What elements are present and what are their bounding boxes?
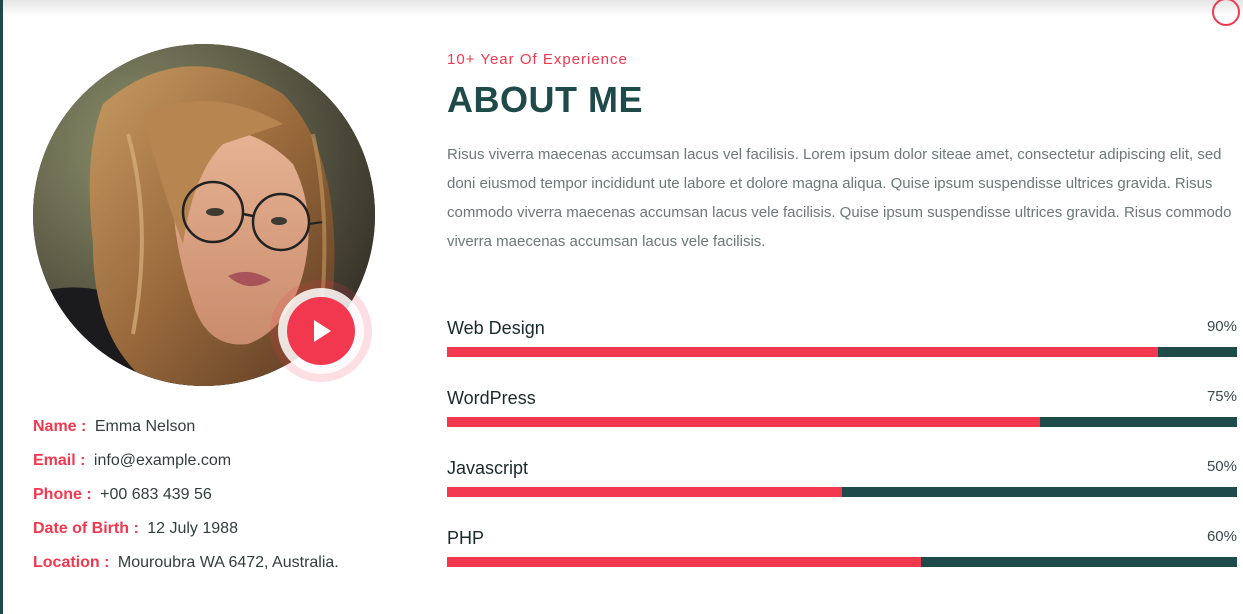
about-content: 10+ Year Of Experience ABOUT ME Risus vi… (447, 50, 1237, 256)
circle-outline-icon (1212, 0, 1240, 26)
top-shadow (3, 0, 1243, 16)
skill-progress-fill (447, 347, 1158, 357)
info-row-name: Name : Emma Nelson (33, 414, 413, 448)
play-icon (314, 320, 331, 342)
skill-percent: 90% (1206, 318, 1237, 335)
skill-progress-track (447, 557, 1237, 567)
skill-header: Javascript 50% (447, 456, 1237, 484)
skill-header: PHP 60% (447, 526, 1237, 554)
skills-list: Web Design 90% WordPress 75% Javascript … (447, 316, 1237, 596)
skill-progress-track (447, 347, 1237, 357)
about-description: Risus viverra maecenas accumsan lacus ve… (447, 146, 1232, 250)
skill-item: Web Design 90% (447, 316, 1237, 386)
info-row-email: Email : info@example.com (33, 448, 413, 482)
skill-percent: 60% (1206, 528, 1237, 545)
skill-percent: 75% (1206, 388, 1237, 405)
skill-item: WordPress 75% (447, 386, 1237, 456)
info-value: 12 July 1988 (147, 520, 238, 537)
skill-progress-track (447, 417, 1237, 427)
info-label: Phone : (33, 486, 92, 503)
skill-progress-fill (447, 417, 1040, 427)
info-row-date-of-birth: Date of Birth : 12 July 1988 (33, 516, 413, 550)
skill-name: WordPress (447, 388, 536, 408)
skill-item: PHP 60% (447, 526, 1237, 596)
info-value: +00 683 439 56 (100, 486, 212, 503)
skill-name: PHP (447, 528, 485, 548)
skill-progress-fill (447, 487, 842, 497)
skill-header: WordPress 75% (447, 386, 1237, 414)
section-title: ABOUT ME (447, 79, 643, 120)
info-label: Date of Birth : (33, 520, 139, 537)
info-label: Name : (33, 418, 87, 435)
about-section: Name : Emma Nelson Email : info@example.… (0, 0, 1243, 614)
profile-photo-wrap (33, 44, 375, 386)
info-value: Mouroubra WA 6472, Australia. (117, 554, 339, 571)
skill-header: Web Design 90% (447, 316, 1237, 344)
info-label: Location : (33, 554, 110, 571)
play-video-button[interactable] (287, 297, 355, 365)
skill-item: Javascript 50% (447, 456, 1237, 526)
info-row-location: Location : Mouroubra WA 6472, Australia. (33, 550, 413, 584)
info-value: info@example.com (93, 452, 232, 469)
skill-name: Javascript (447, 458, 529, 478)
skill-progress-track (447, 487, 1237, 497)
info-row-phone: Phone : +00 683 439 56 (33, 482, 413, 516)
skill-percent: 50% (1206, 458, 1237, 475)
skill-progress-fill (447, 557, 921, 567)
info-label: Email : (33, 452, 86, 469)
info-value: Emma Nelson (94, 418, 196, 435)
personal-info-list: Name : Emma Nelson Email : info@example.… (33, 414, 413, 584)
experience-subtitle: 10+ Year Of Experience (447, 51, 628, 68)
skill-name: Web Design (447, 318, 545, 338)
